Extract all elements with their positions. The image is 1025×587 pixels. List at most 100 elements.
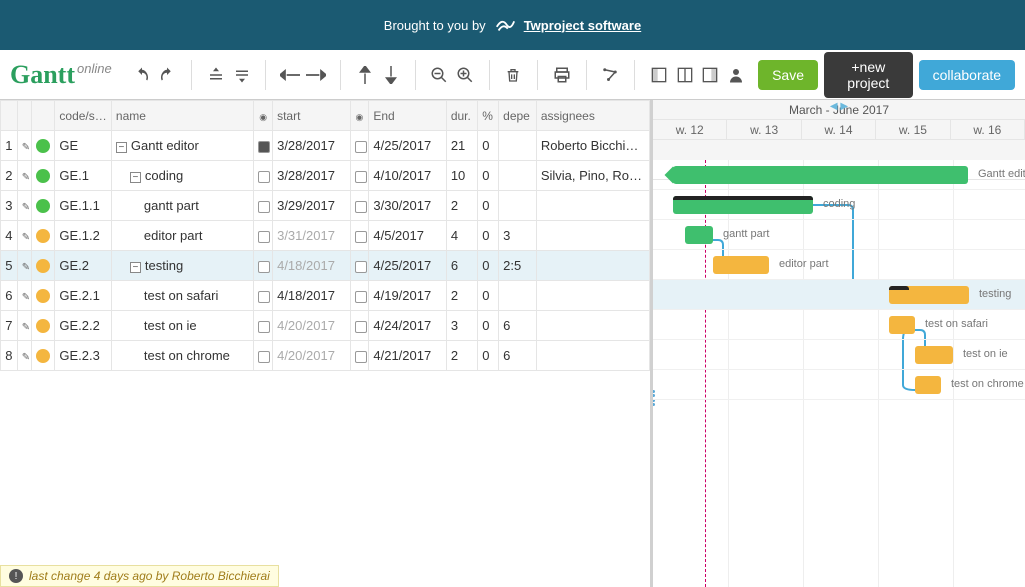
col-name[interactable]: name [111, 101, 253, 131]
status-dot[interactable] [36, 169, 50, 183]
gantt-bar[interactable] [673, 196, 813, 214]
task-row[interactable]: 7✎GE.2.2test on ie4/20/20174/24/2017306 [1, 311, 650, 341]
indent-icon[interactable] [306, 62, 326, 88]
task-dependencies[interactable] [499, 191, 537, 221]
task-dependencies[interactable]: 6 [499, 341, 537, 371]
task-row[interactable]: 5✎GE.2−testing4/18/20174/25/2017602:5 [1, 251, 650, 281]
task-progress[interactable]: 0 [478, 161, 499, 191]
task-code[interactable]: GE.1 [55, 161, 112, 191]
col-dur[interactable]: dur. [446, 101, 477, 131]
task-name[interactable]: −coding [111, 161, 253, 191]
task-start[interactable]: 4/18/2017 [273, 251, 350, 281]
end-milestone-checkbox[interactable] [355, 261, 367, 273]
print-icon[interactable] [552, 62, 572, 88]
task-end[interactable]: 4/10/2017 [369, 161, 446, 191]
task-name[interactable]: −Gantt editor [111, 131, 253, 161]
task-code[interactable]: GE.2.2 [55, 311, 112, 341]
col-dep[interactable]: depe [499, 101, 537, 131]
task-dependencies[interactable] [499, 161, 537, 191]
task-name[interactable]: editor part [111, 221, 253, 251]
task-name[interactable]: −testing [111, 251, 253, 281]
insert-above-icon[interactable] [206, 62, 226, 88]
task-duration[interactable]: 2 [446, 341, 477, 371]
task-progress[interactable]: 0 [478, 281, 499, 311]
task-assignees[interactable] [536, 311, 649, 341]
task-progress[interactable]: 0 [478, 311, 499, 341]
edit-icon[interactable]: ✎ [22, 138, 32, 153]
task-start[interactable]: 3/28/2017 [273, 161, 350, 191]
task-duration[interactable]: 6 [446, 251, 477, 281]
start-milestone-checkbox[interactable] [258, 261, 270, 273]
start-milestone-checkbox[interactable] [258, 141, 270, 153]
task-row[interactable]: 4✎GE.1.2editor part3/31/20174/5/2017403 [1, 221, 650, 251]
split-center-icon[interactable] [675, 62, 695, 88]
task-end[interactable]: 4/19/2017 [369, 281, 446, 311]
task-duration[interactable]: 3 [446, 311, 477, 341]
start-milestone-checkbox[interactable] [258, 231, 270, 243]
end-milestone-checkbox[interactable] [355, 321, 367, 333]
task-progress[interactable]: 0 [478, 341, 499, 371]
save-button[interactable]: Save [758, 60, 818, 90]
splitter-arrows-icon[interactable]: ◀ ▶ [830, 100, 848, 117]
task-duration[interactable]: 21 [446, 131, 477, 161]
end-milestone-checkbox[interactable] [355, 231, 367, 243]
status-dot[interactable] [36, 229, 50, 243]
start-milestone-checkbox[interactable] [258, 291, 270, 303]
split-left-icon[interactable] [649, 62, 669, 88]
start-milestone-checkbox[interactable] [258, 201, 270, 213]
task-assignees[interactable] [536, 341, 649, 371]
edit-icon[interactable]: ✎ [22, 258, 32, 273]
end-milestone-checkbox[interactable] [355, 171, 367, 183]
gantt-bar[interactable] [889, 286, 969, 304]
task-name[interactable]: gantt part [111, 191, 253, 221]
end-milestone-checkbox[interactable] [355, 141, 367, 153]
task-name[interactable]: test on safari [111, 281, 253, 311]
status-dot[interactable] [36, 139, 50, 153]
end-milestone-checkbox[interactable] [355, 291, 367, 303]
gantt-bar[interactable] [713, 256, 769, 274]
col-end[interactable]: End [369, 101, 446, 131]
task-row[interactable]: 2✎GE.1−coding3/28/20174/10/2017100Silvia… [1, 161, 650, 191]
new-project-button[interactable]: +new project [824, 52, 913, 98]
edit-icon[interactable]: ✎ [22, 288, 32, 303]
zoom-out-icon[interactable] [429, 62, 449, 88]
task-end[interactable]: 4/24/2017 [369, 311, 446, 341]
task-assignees[interactable] [536, 191, 649, 221]
critical-path-icon[interactable] [601, 62, 621, 88]
task-dependencies[interactable]: 2:5 [499, 251, 537, 281]
task-duration[interactable]: 2 [446, 281, 477, 311]
task-row[interactable]: 6✎GE.2.1test on safari4/18/20174/19/2017… [1, 281, 650, 311]
edit-icon[interactable]: ✎ [22, 318, 32, 333]
move-up-icon[interactable] [355, 62, 375, 88]
col-code[interactable]: code/short [55, 101, 112, 131]
task-end[interactable]: 4/25/2017 [369, 251, 446, 281]
task-row[interactable]: 1✎GE−Gantt editor3/28/20174/25/2017210Ro… [1, 131, 650, 161]
outdent-icon[interactable] [280, 62, 300, 88]
col-start[interactable]: start [273, 101, 350, 131]
task-name[interactable]: test on ie [111, 311, 253, 341]
zoom-in-icon[interactable] [455, 62, 475, 88]
status-dot[interactable] [36, 289, 50, 303]
task-end[interactable]: 4/21/2017 [369, 341, 446, 371]
col-assign[interactable]: assignees [536, 101, 649, 131]
status-dot[interactable] [36, 199, 50, 213]
task-code[interactable]: GE.1.1 [55, 191, 112, 221]
brand-logo[interactable]: Gantt online [10, 60, 112, 90]
task-end[interactable]: 4/5/2017 [369, 221, 446, 251]
task-name[interactable]: test on chrome [111, 341, 253, 371]
task-duration[interactable]: 10 [446, 161, 477, 191]
collapse-icon[interactable]: − [130, 172, 141, 183]
col-prog[interactable]: % [478, 101, 499, 131]
task-start[interactable]: 3/28/2017 [273, 131, 350, 161]
task-end[interactable]: 4/25/2017 [369, 131, 446, 161]
insert-below-icon[interactable] [232, 62, 252, 88]
task-progress[interactable]: 0 [478, 221, 499, 251]
task-start[interactable]: 4/20/2017 [273, 311, 350, 341]
gantt-bar[interactable] [915, 346, 953, 364]
redo-icon[interactable] [157, 62, 177, 88]
task-progress[interactable]: 0 [478, 191, 499, 221]
start-milestone-checkbox[interactable] [258, 351, 270, 363]
task-dependencies[interactable]: 3 [499, 221, 537, 251]
task-assignees[interactable] [536, 281, 649, 311]
gantt-bar[interactable] [673, 166, 968, 184]
